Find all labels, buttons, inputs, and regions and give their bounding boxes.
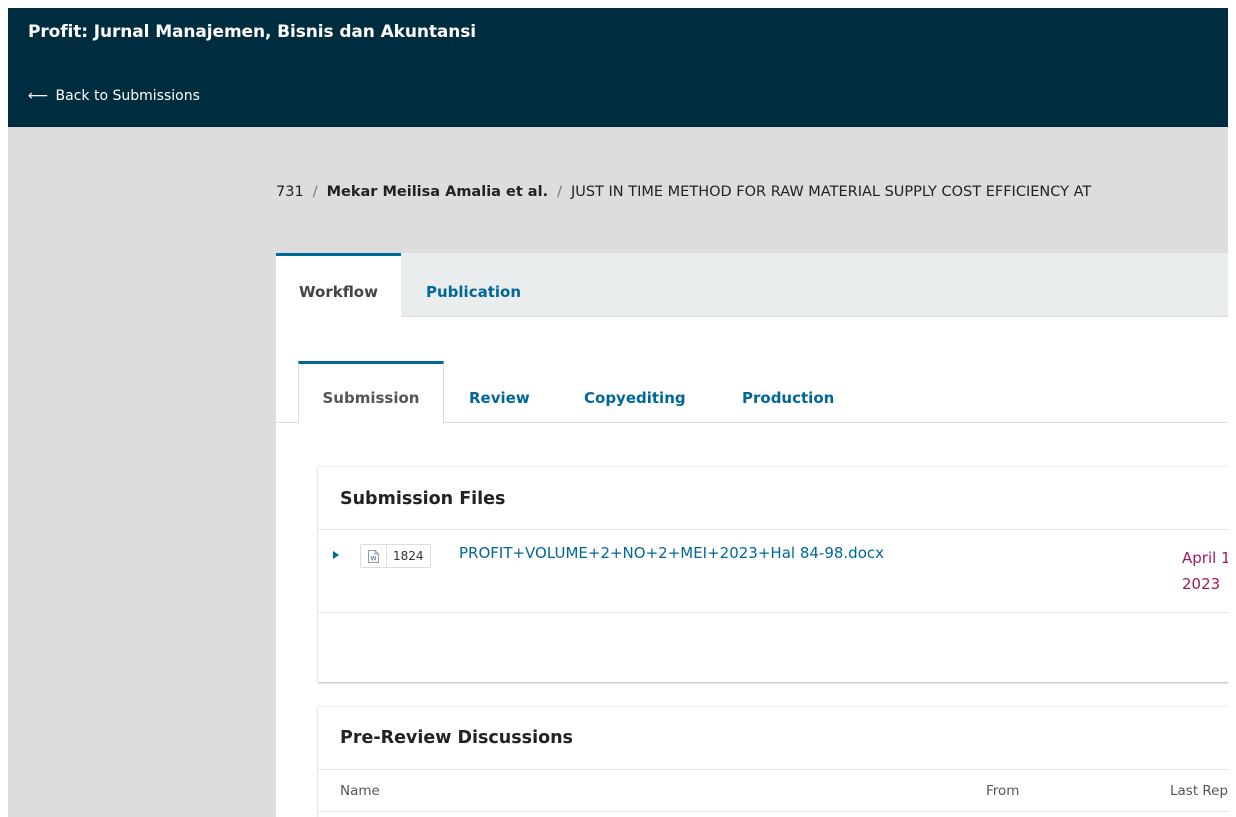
breadcrumb-separator: /	[557, 184, 562, 200]
back-link-label: Back to Submissions	[55, 88, 200, 104]
left-gutter	[8, 127, 276, 817]
tab-publication[interactable]: Publication	[426, 253, 521, 318]
tab-production[interactable]: Production	[742, 361, 834, 424]
breadcrumb-separator: /	[312, 184, 318, 200]
submission-title: JUST IN TIME METHOD FOR RAW MATERIAL SUP…	[570, 184, 1092, 200]
word-document-icon: W	[361, 545, 387, 567]
submission-id: 731	[276, 184, 304, 200]
divider	[318, 612, 1228, 613]
expand-row-icon[interactable]	[333, 551, 339, 559]
app-header: Profit: Jurnal Manajemen, Bisnis dan Aku…	[8, 8, 1228, 127]
tab-workflow[interactable]: Workflow	[276, 253, 401, 318]
file-date-line1: April 1	[1182, 549, 1228, 567]
file-date: April 1 2023	[1182, 545, 1228, 597]
submission-workspace: 731 / Mekar Meilisa Amalia et al. / JUST IN …	[276, 127, 1228, 817]
column-header-last-reply[interactable]: Last Rep	[1170, 783, 1228, 799]
back-to-submissions-link[interactable]: ⟵ Back to Submissions	[28, 88, 200, 104]
main-tabs: Workflow Publication	[276, 253, 1228, 318]
svg-text:W: W	[371, 555, 377, 562]
back-arrow-icon: ⟵	[28, 88, 49, 104]
breadcrumb-band: 731 / Mekar Meilisa Amalia et al. / JUST IN …	[276, 127, 1228, 253]
page-frame: Profit: Jurnal Manajemen, Bisnis dan Aku…	[8, 8, 1228, 817]
file-badge: W 1824	[360, 544, 431, 568]
file-date-line2: 2023	[1182, 575, 1221, 593]
tab-copyediting[interactable]: Copyediting	[584, 361, 686, 424]
divider	[318, 811, 1228, 812]
tab-review[interactable]: Review	[469, 361, 530, 424]
file-row: W 1824 PROFIT+VOLUME+2+NO+2+MEI+2023+Hal…	[318, 530, 1228, 612]
breadcrumb: 731 / Mekar Meilisa Amalia et al. / JUST IN …	[276, 184, 1091, 200]
pre-review-discussions-panel: Pre-Review Discussions Name From Last Re…	[318, 706, 1228, 817]
submission-authors: Mekar Meilisa Amalia et al.	[326, 184, 549, 200]
tab-submission[interactable]: Submission	[298, 361, 444, 424]
file-id: 1824	[393, 549, 424, 563]
site-title[interactable]: Profit: Jurnal Manajemen, Bisnis dan Aku…	[28, 22, 476, 42]
submission-files-panel: Submission Files W 1824 PROFIT+VOLUME+2+…	[318, 466, 1228, 682]
discussions-title: Pre-Review Discussions	[340, 728, 573, 748]
column-header-name[interactable]: Name	[340, 783, 380, 799]
divider	[318, 769, 1228, 770]
stage-tabs: Submission Review Copyediting Production	[276, 361, 1228, 424]
file-name-link[interactable]: PROFIT+VOLUME+2+NO+2+MEI+2023+Hal 84-98.…	[459, 544, 884, 562]
column-header-from[interactable]: From	[986, 783, 1019, 799]
submission-files-title: Submission Files	[340, 489, 506, 509]
